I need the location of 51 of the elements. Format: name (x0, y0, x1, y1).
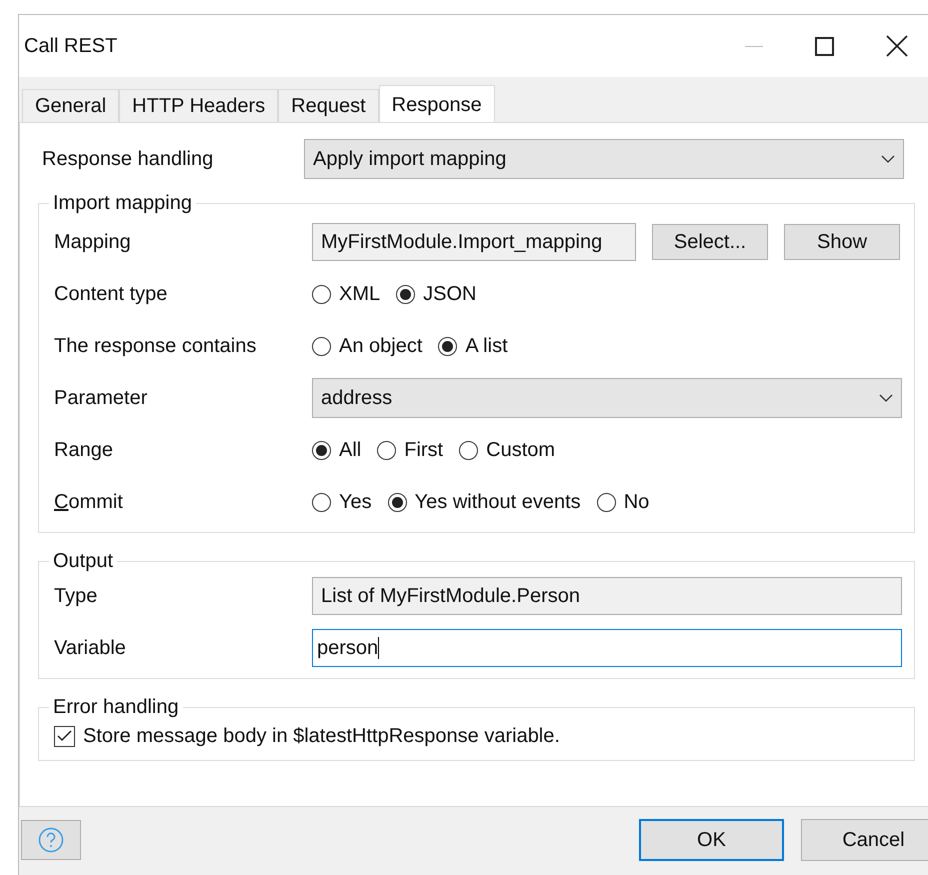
dialog-button[interactable]: Show (784, 224, 900, 260)
radio-option[interactable]: Yes without events (388, 487, 581, 517)
window-title: Call REST (24, 34, 118, 59)
tab[interactable]: Request (278, 89, 379, 123)
radio-button[interactable] (312, 336, 331, 356)
radio-option[interactable]: Custom (459, 435, 556, 465)
checkmark-icon (57, 730, 72, 742)
field-label: Range (54, 438, 114, 463)
field-label: Content type (54, 282, 168, 307)
dialog-button[interactable]: OK (639, 819, 784, 861)
radio-button[interactable] (312, 440, 331, 460)
question-icon (38, 827, 64, 853)
radio-button[interactable] (596, 492, 616, 512)
radio-option[interactable]: An object (312, 331, 422, 361)
field-label: Parameter (54, 386, 148, 411)
dialog-button[interactable]: Select... (652, 224, 768, 260)
close-icon[interactable] (886, 35, 908, 57)
field-label: Commit (54, 490, 124, 515)
variable-field[interactable]: person (312, 629, 902, 667)
radio-option[interactable]: No (596, 487, 650, 517)
maximize-icon[interactable] (815, 36, 834, 56)
response-handling-dropdown[interactable]: Apply import mapping (304, 139, 904, 179)
tab[interactable]: HTTP Headers (119, 89, 278, 123)
field-label: Response handling (42, 147, 214, 172)
radio-button[interactable] (388, 492, 407, 512)
radio-option[interactable]: JSON (396, 279, 476, 309)
checkbox[interactable] (54, 726, 75, 746)
field-label: Type (54, 584, 98, 609)
field-label: The response contains (54, 334, 258, 359)
checkbox-label: Store message body in $latestHttpResponse variable. (83, 724, 560, 749)
radio-option[interactable]: XML (312, 279, 380, 309)
radio-button[interactable] (438, 336, 458, 356)
radio-button[interactable] (377, 440, 396, 460)
mapping-field[interactable]: MyFirstModule.Import_mapping (312, 223, 636, 261)
radio-option[interactable]: A list (438, 331, 508, 361)
field-label: Mapping (54, 230, 132, 255)
radio-option[interactable]: First (377, 435, 444, 465)
radio-button[interactable] (459, 440, 478, 460)
radio-option[interactable]: All (312, 435, 362, 465)
radio-option[interactable]: Yes (312, 487, 372, 517)
radio-button[interactable] (312, 284, 331, 304)
radio-button[interactable] (312, 492, 331, 512)
chevron-down-icon (879, 394, 893, 402)
tab[interactable]: Response (378, 85, 495, 123)
field-label: Variable (54, 636, 127, 661)
chevron-down-icon (881, 155, 895, 163)
parameter-dropdown[interactable]: address (312, 378, 902, 418)
tab[interactable]: General (22, 89, 120, 123)
radio-button[interactable] (396, 284, 416, 304)
type-field: List of MyFirstModule.Person (312, 577, 902, 615)
dialog-button[interactable]: Cancel (801, 819, 928, 861)
